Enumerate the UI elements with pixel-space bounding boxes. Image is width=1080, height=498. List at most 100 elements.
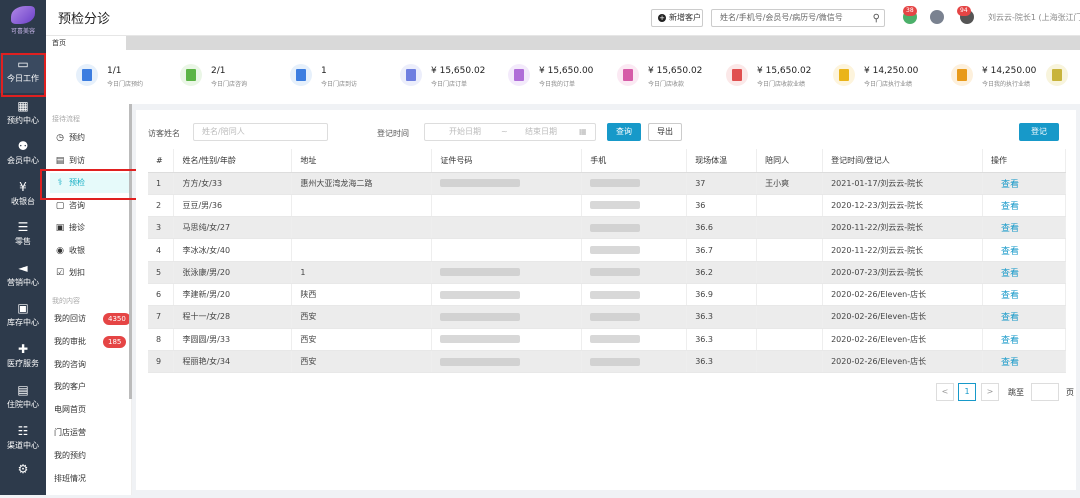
visitor-name-input[interactable]: 姓名/陪同人 xyxy=(193,123,328,141)
query-button[interactable]: 查询 xyxy=(607,123,641,141)
view-link[interactable]: 查看 xyxy=(982,194,1066,218)
nav-item-6[interactable]: ▣ 库存中心 xyxy=(0,297,46,337)
subnav-item[interactable]: 排班情况 xyxy=(50,469,130,489)
address-cell: 惠州大亚湾龙海二路 xyxy=(291,172,433,195)
column-header[interactable]: 陪同人 xyxy=(756,149,824,173)
subnav-item[interactable]: ◉ 收银 xyxy=(50,241,130,261)
stat-label: 今日门店收款业绩 xyxy=(757,81,806,88)
phone-cell xyxy=(581,238,688,262)
page-1-button[interactable]: 1 xyxy=(958,383,976,401)
table-row[interactable]: 7 程十一/女/28 西安 36.3 2020-02-26/Eleven-店长 查看 xyxy=(148,305,1066,329)
table-row[interactable]: 2 豆豆/男/36 36 2020-12-23/刘云云-院长 查看 xyxy=(148,194,1066,218)
export-button[interactable]: 导出 xyxy=(648,123,682,141)
table-row[interactable]: 9 程丽艳/女/34 西安 36.3 2020-02-26/Eleven-店长 查看 xyxy=(148,350,1066,374)
nav-label: 预约中心 xyxy=(7,116,39,125)
nav-item-1[interactable]: ▦ 预约中心 xyxy=(0,95,46,135)
nav-item-7[interactable]: ✚ 医疗服务 xyxy=(0,338,46,378)
table-row[interactable]: 4 李冰冰/女/40 36.7 2020-11-22/刘云云-院长 查看 xyxy=(148,238,1066,262)
table-row[interactable]: 5 张泳康/男/20 1 36.2 2020-07-23/刘云云-院长 查看 xyxy=(148,261,1066,284)
redacted-id xyxy=(440,357,521,366)
notification-badge: 94 xyxy=(957,6,971,16)
date-range-input[interactable]: 开始日期 ~ 结束日期 ▦ xyxy=(424,123,596,141)
stat-icon xyxy=(508,64,530,86)
address-cell: 1 xyxy=(291,261,433,284)
tab-home[interactable]: 首页 xyxy=(46,36,126,50)
stat-label: 今日我的执行业绩 xyxy=(982,81,1031,88)
companion-cell xyxy=(756,350,824,374)
team-icon[interactable] xyxy=(930,10,944,24)
nav-label: 住院中心 xyxy=(7,400,39,409)
new-customer-button[interactable]: + 新增客户 xyxy=(651,9,703,27)
global-search-input[interactable]: 姓名/手机号/会员号/病历号/微信号 ⚲ xyxy=(711,9,885,27)
subnav-item[interactable]: ☑ 划扣 xyxy=(50,263,130,283)
nav-item-9[interactable]: ☷ 渠道中心 xyxy=(0,420,46,460)
companion-cell: 王小爽 xyxy=(756,172,824,195)
stat-value: ¥ 14,250.00 xyxy=(982,66,1037,76)
subnav-item[interactable]: 我的回访 4350 xyxy=(50,309,131,329)
redacted-id xyxy=(440,312,521,321)
view-link[interactable]: 查看 xyxy=(982,172,1066,195)
subnav-label: 接诊 xyxy=(69,223,85,232)
view-link[interactable]: 查看 xyxy=(982,283,1066,307)
subnav-item[interactable]: ▣ 接诊 xyxy=(50,218,130,238)
nav-item-8[interactable]: ▤ 住院中心 xyxy=(0,379,46,419)
subnav-item[interactable]: 我的客户 xyxy=(50,377,130,397)
view-link[interactable]: 查看 xyxy=(982,238,1066,262)
view-link[interactable]: 查看 xyxy=(982,328,1066,351)
stat-value: ¥ 15,650.02 xyxy=(757,66,812,76)
column-header[interactable]: 现场体温 xyxy=(686,149,758,173)
register-button[interactable]: 登记 xyxy=(1019,123,1059,141)
subnav-item[interactable]: 门店运营 xyxy=(50,423,130,443)
column-header[interactable]: 姓名/性别/年龄 xyxy=(173,149,293,173)
view-link[interactable]: 查看 xyxy=(982,305,1066,329)
subnav-item[interactable]: ◷ 预约 xyxy=(50,128,130,148)
table-row[interactable]: 8 李圆圆/男/33 西安 36.3 2020-02-26/Eleven-店长 查看 xyxy=(148,328,1066,351)
stat-value: 1 xyxy=(321,66,327,76)
users-icon: ⚉ xyxy=(17,139,29,153)
column-header[interactable]: 登记时间/登记人 xyxy=(822,149,983,173)
column-header[interactable]: 地址 xyxy=(291,149,433,173)
table-row[interactable]: 6 李建新/男/20 陕西 36.9 2020-02-26/Eleven-店长 查看 xyxy=(148,283,1066,307)
row-number: 5 xyxy=(148,261,175,284)
column-header[interactable]: 证件号码 xyxy=(431,149,583,173)
prev-page-button[interactable]: < xyxy=(936,383,954,401)
subnav-item[interactable]: ▤ 到访 xyxy=(50,151,130,171)
nav-label: 库存中心 xyxy=(7,318,39,327)
table-row[interactable]: 3 马思纯/女/27 36.6 2020-11-22/刘云云-院长 查看 xyxy=(148,216,1066,240)
grid-icon: ▣ xyxy=(17,301,29,315)
nav-item-10[interactable]: ⚙ xyxy=(0,458,46,498)
id-number-cell xyxy=(431,238,583,262)
highlight-box-precheck xyxy=(40,169,138,200)
redacted-id xyxy=(440,335,521,344)
search-icon[interactable]: ⚲ xyxy=(873,11,880,27)
brand-logo[interactable]: 可喜美容 xyxy=(9,6,37,36)
column-header[interactable]: 操作 xyxy=(982,149,1066,173)
view-link[interactable]: 查看 xyxy=(982,216,1066,240)
stat-label: 今日我的订单 xyxy=(539,81,576,88)
nav-item-4[interactable]: ☰ 零售 xyxy=(0,216,46,256)
column-header[interactable]: # xyxy=(148,149,175,173)
temperature-cell: 37 xyxy=(686,172,758,195)
redacted-phone xyxy=(590,335,641,344)
goto-page-input[interactable] xyxy=(1031,383,1059,401)
current-user[interactable]: 刘云云-院长1 (上海张江门店) xyxy=(988,12,1080,23)
nav-item-5[interactable]: ◄ 营销中心 xyxy=(0,257,46,297)
subnav-item[interactable]: 我的预约 xyxy=(50,446,130,466)
column-header[interactable]: 手机 xyxy=(581,149,688,173)
table-row[interactable]: 1 方方/女/33 惠州大亚湾龙海二路 37 王小爽 2021-01-17/刘云云-院长查… xyxy=(148,172,1066,195)
register-time-cell: 2020-11-22/刘云云-院长 xyxy=(822,216,983,240)
count-badge: 4350 xyxy=(103,313,131,325)
subnav-item[interactable]: 我的审批 185 xyxy=(50,332,130,352)
subnav-item[interactable]: 我的咨询 xyxy=(50,355,130,375)
calendar-icon: ▦ xyxy=(579,127,587,136)
phone-cell xyxy=(581,283,688,307)
view-link[interactable]: 查看 xyxy=(982,350,1066,374)
subnav-item[interactable]: 电网首页 xyxy=(50,400,130,420)
clock-icon: ◷ xyxy=(56,133,64,143)
sub-sidebar-scrollbar[interactable] xyxy=(129,104,132,399)
subnav-label: 我的预约 xyxy=(54,450,86,460)
precheck-table: # 姓名/性别/年龄 地址 证件号码 手机 现场体温 陪同人 登记时间/登记人 操作 1 方方/女… xyxy=(148,149,1066,374)
next-page-button[interactable]: > xyxy=(981,383,999,401)
view-link[interactable]: 查看 xyxy=(982,261,1066,284)
row-number: 1 xyxy=(148,172,175,195)
